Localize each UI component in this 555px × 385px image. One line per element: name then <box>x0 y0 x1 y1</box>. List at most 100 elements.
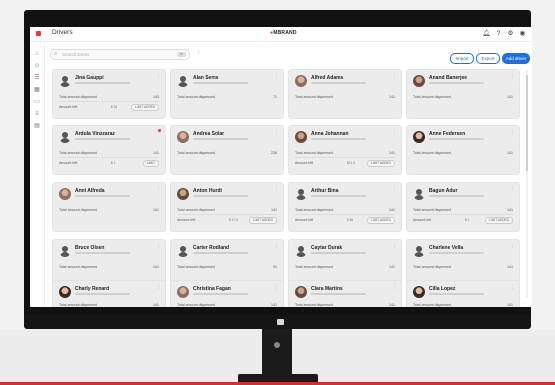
driver-name: Anna Johannan <box>311 131 349 137</box>
document-icon[interactable]: ☰ <box>33 74 41 82</box>
card-menu-icon[interactable]: ⋮ <box>510 186 515 192</box>
driver-email-line <box>429 82 484 84</box>
driver-card[interactable]: Charly Renard ⋮ Total amount dispensed 141 <box>52 280 166 307</box>
avatar <box>177 131 189 143</box>
truck-icon[interactable]: ▭ <box>33 98 41 106</box>
card-menu-icon[interactable]: ⋮ <box>274 73 279 79</box>
driver-email-line <box>193 293 248 295</box>
home-icon[interactable]: ⌂ <box>33 50 41 58</box>
limit-chip[interactable]: LIMIT ADDED <box>367 217 395 224</box>
monitor-brand-logo <box>277 319 284 325</box>
driver-card[interactable]: Alan Serra ⋮ Total amount dispensed 71 <box>170 69 284 119</box>
card-menu-icon[interactable]: ⋮ <box>510 243 515 249</box>
card-menu-icon[interactable]: ⋮ <box>392 73 397 79</box>
search-input[interactable]: ⌕ Search Driver ✕ <box>50 49 190 60</box>
total-amount-value: 91 <box>273 265 277 269</box>
avatar <box>413 131 425 143</box>
driver-card[interactable]: Clara Martins ⋮ Total amount dispensed 141 <box>288 280 402 307</box>
card-menu-icon[interactable]: ⋮ <box>510 129 515 135</box>
card-menu-icon[interactable]: ⋮ <box>274 284 279 290</box>
driver-card[interactable]: Anton Hurdi ⋮ Total amount dispensed 141 Amo… <box>170 182 284 232</box>
card-menu-icon[interactable]: ⋮ <box>156 186 161 192</box>
driver-card[interactable]: Jina Gauppi ⋮ Total amount dispensed 143 Amo… <box>52 69 166 119</box>
card-menu-icon[interactable]: ⋮ <box>510 284 515 290</box>
card-divider <box>413 214 513 215</box>
card-menu-icon[interactable]: ⋮ <box>274 243 279 249</box>
driver-name: Cilla Lopez <box>429 286 456 292</box>
profile-icon[interactable]: ◉ <box>518 29 527 38</box>
limit-chip[interactable]: LIMIT ADDED <box>367 160 395 167</box>
avatar <box>59 286 71 298</box>
card-menu-icon[interactable]: ⋮ <box>156 73 161 79</box>
card-menu-icon[interactable]: ⋮ <box>392 284 397 290</box>
user-placeholder-icon <box>295 188 307 200</box>
total-amount-value: 141 <box>389 265 395 269</box>
driver-card[interactable]: Anni Alfreda ⋮ Total amount dispensed 141 <box>52 182 166 232</box>
driver-name: Anton Hurdi <box>193 188 222 194</box>
user-placeholder-icon <box>413 245 425 257</box>
user-placeholder-icon <box>295 245 307 257</box>
driver-name: Anand Banerjee <box>429 75 468 81</box>
limit-chip[interactable]: LIMIT ADDED <box>485 217 513 224</box>
card-divider <box>295 214 395 215</box>
avatar <box>177 286 189 298</box>
driver-card[interactable]: Alfred Adams ⋮ Total amount dispensed 141 <box>288 69 402 119</box>
total-amount-label: Total amount dispensed <box>59 95 97 99</box>
app-logo[interactable] <box>36 31 41 36</box>
card-menu-icon[interactable]: ⋮ <box>392 186 397 192</box>
filter-icon[interactable]: ⫶ <box>198 49 200 58</box>
driver-card[interactable]: Christina Fagan ⋮ Total amount dispensed 14… <box>170 280 284 307</box>
total-amount-label: Total amount dispensed <box>295 208 333 212</box>
total-amount-value: 141 <box>389 303 395 307</box>
limit-chip[interactable]: LIMIT <box>142 160 159 167</box>
driver-name: Arthur Bina <box>311 188 339 194</box>
total-amount-label: Total amount dispensed <box>177 95 215 99</box>
user-icon[interactable]: ☺ <box>33 62 41 70</box>
limit-chip[interactable]: LIMIT ADDED <box>131 104 159 111</box>
help-icon[interactable]: ? <box>494 29 503 38</box>
user-placeholder-icon <box>413 188 425 200</box>
total-amount-label: Total amount dispensed <box>177 208 215 212</box>
limit-chip[interactable]: LIMIT ADDED <box>249 217 277 224</box>
scrollbar-thumb[interactable] <box>526 75 528 171</box>
driver-name: Bruce Olsen <box>75 245 105 251</box>
card-menu-icon[interactable]: ⋮ <box>274 186 279 192</box>
driver-card[interactable]: Ardula Vinzzaraz Total amount dispensed 14… <box>52 125 166 175</box>
search-clear-button[interactable]: ✕ <box>177 52 186 57</box>
card-menu-icon[interactable]: ⋮ <box>392 243 397 249</box>
driver-email-line <box>193 252 248 254</box>
bell-icon[interactable]: 🔔︎ <box>482 29 491 38</box>
total-amount-value: 141 <box>507 265 513 269</box>
amount-left-value: $ 25 <box>111 105 118 109</box>
driver-card[interactable]: Cilla Lopez ⋮ Total amount dispensed 141 <box>406 280 520 307</box>
card-menu-icon[interactable]: ⋮ <box>392 129 397 135</box>
chart-icon[interactable]: ▤ <box>33 122 41 130</box>
driver-name: Caytar Durak <box>311 245 343 251</box>
card-divider <box>59 101 159 102</box>
total-amount-value: 141 <box>389 151 395 155</box>
card-menu-icon[interactable]: ⋮ <box>156 284 161 290</box>
driver-card[interactable]: Andrea Solar ⋮ Total amount dispensed 236 <box>170 125 284 175</box>
driver-card[interactable]: Anna Johannan ⋮ Total amount dispensed 141 A… <box>288 125 402 175</box>
card-menu-icon[interactable]: ⋮ <box>510 73 515 79</box>
card-divider <box>177 214 277 215</box>
total-amount-value: 141 <box>271 208 277 212</box>
total-amount-label: Total amount dispensed <box>295 95 333 99</box>
amount-left-value: $ 47.5 <box>229 218 238 222</box>
avatar <box>295 131 307 143</box>
driver-card[interactable]: Arthur Bina ⋮ Total amount dispensed 141 Amo… <box>288 182 402 232</box>
export-button[interactable]: Export <box>476 53 500 64</box>
list-icon[interactable]: ≡ <box>33 110 41 118</box>
driver-card[interactable]: Bagun Adur ⋮ Total amount dispensed 141 Amou… <box>406 182 520 232</box>
avatar <box>177 188 189 200</box>
card-menu-icon[interactable]: ⋮ <box>274 129 279 135</box>
add-driver-button[interactable]: Add driver <box>502 53 530 64</box>
calendar-icon[interactable]: ▦ <box>33 86 41 94</box>
card-menu-icon[interactable]: ⋮ <box>156 243 161 249</box>
import-button[interactable]: Import <box>450 53 474 64</box>
driver-name: Charlene Vella <box>429 245 464 251</box>
driver-card[interactable]: Anne Federsen ⋮ Total amount dispensed 141 <box>406 125 520 175</box>
settings-icon[interactable]: ⚙ <box>506 29 515 38</box>
driver-card[interactable]: Anand Banerjee ⋮ Total amount dispensed 141 <box>406 69 520 119</box>
card-divider <box>295 157 395 158</box>
